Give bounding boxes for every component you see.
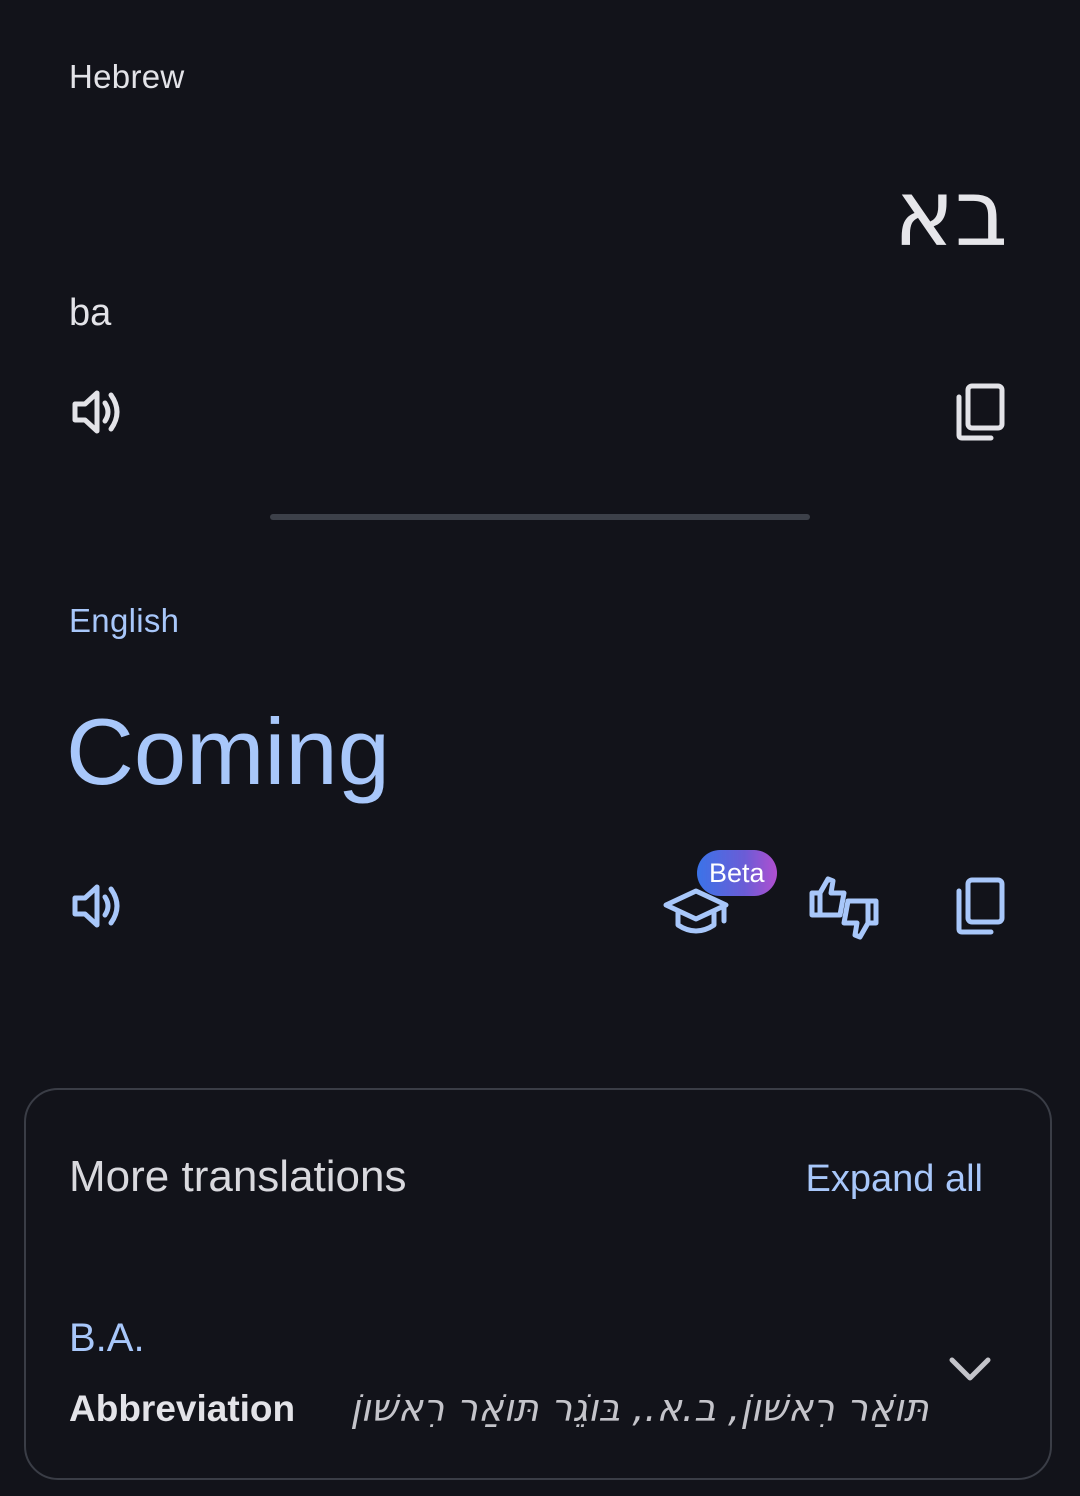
chevron-down-icon	[949, 1357, 991, 1381]
target-language-label[interactable]: English	[69, 602, 179, 640]
copy-icon	[956, 877, 1005, 935]
source-listen-button[interactable]	[60, 374, 136, 450]
source-language-label[interactable]: Hebrew	[69, 58, 185, 96]
rate-translation-button[interactable]	[806, 870, 882, 946]
more-translations-title: More translations	[69, 1152, 407, 1201]
target-listen-button[interactable]	[60, 868, 136, 944]
thumbs-feedback-icon	[809, 876, 879, 940]
speaker-icon	[72, 390, 120, 434]
transliteration-text: ba	[69, 292, 112, 334]
expand-entry-button[interactable]	[940, 1340, 1000, 1400]
copy-icon	[956, 383, 1005, 441]
expand-all-button[interactable]: Expand all	[806, 1158, 983, 1201]
translation-entry-part-of-speech: Abbreviation	[69, 1388, 296, 1429]
target-copy-button[interactable]	[942, 868, 1018, 944]
translation-entry-synonyms: תּוֹאַר רִאשׁוֹן, ב.א., בּוֹגֵר תּוֹאַר …	[350, 1386, 929, 1430]
translation-entry-word[interactable]: B.A.	[69, 1316, 145, 1361]
speaker-icon	[72, 884, 120, 928]
source-copy-button[interactable]	[942, 374, 1018, 450]
translation-screen: Hebrew בא ba English Coming Beta More tr…	[0, 0, 1080, 1496]
beta-badge: Beta	[697, 850, 777, 896]
translated-text[interactable]: Coming	[66, 700, 390, 804]
panel-drag-handle[interactable]	[270, 514, 810, 520]
source-text[interactable]: בא	[893, 168, 1008, 260]
